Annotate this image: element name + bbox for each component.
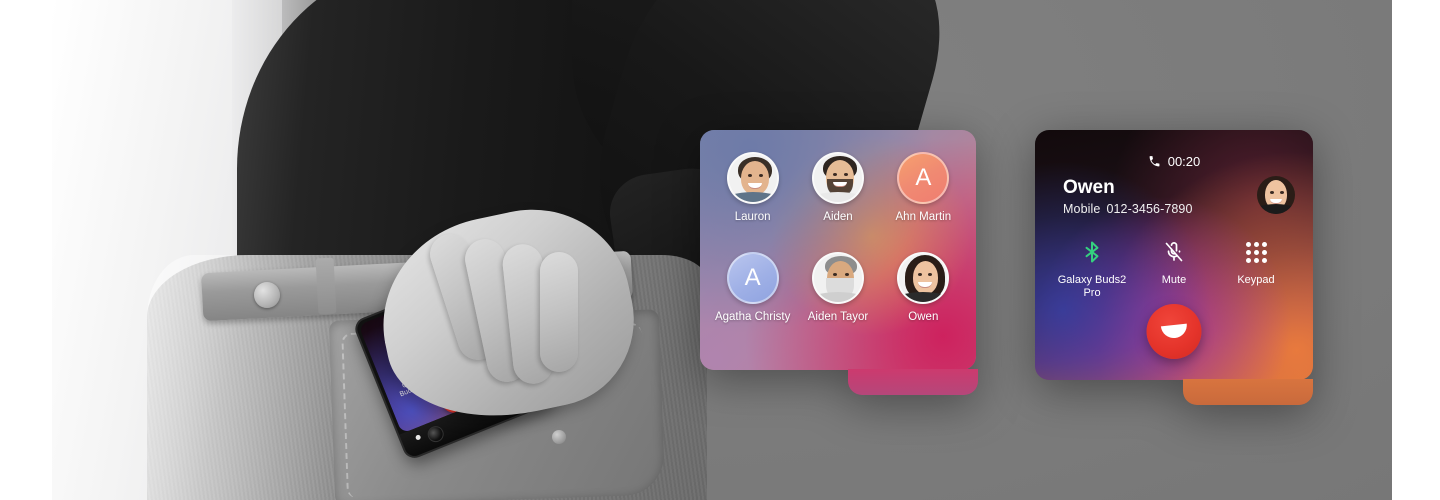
callee-avatar xyxy=(1257,176,1295,214)
jeans-belt-loop xyxy=(315,257,337,315)
bluetooth-button[interactable]: Galaxy Buds2 Pro xyxy=(1051,238,1133,299)
keypad-label: Keypad xyxy=(1237,274,1275,286)
avatar xyxy=(811,252,864,304)
active-call-card: 00:20 Owen Mobile 012-3456-7890 Galaxy B… xyxy=(1035,130,1313,405)
end-call-icon xyxy=(1160,323,1188,340)
phone-handset-icon xyxy=(1148,155,1161,168)
call-card-tail xyxy=(1183,379,1313,405)
avatar-initial: A xyxy=(726,252,779,304)
callee-line-label: Mobile xyxy=(1063,201,1101,216)
end-call-button[interactable] xyxy=(1146,304,1202,359)
contact-photo xyxy=(813,254,862,302)
contact-item-aiden[interactable]: Aiden xyxy=(795,152,880,252)
contacts-grid: Lauron Aiden A Ahn Martin A Agatha Chris… xyxy=(700,130,976,370)
avatar xyxy=(811,152,864,204)
avatar xyxy=(726,152,779,204)
avatar-initial-letter: A xyxy=(744,264,761,291)
contact-item-lauron[interactable]: Lauron xyxy=(710,152,795,252)
figure-thumb xyxy=(540,252,578,372)
contact-name: Agatha Christy xyxy=(714,311,791,323)
call-controls: Galaxy Buds2 Pro Mute Keypad xyxy=(1051,238,1297,299)
avatar xyxy=(897,252,950,304)
contact-name: Owen xyxy=(908,311,939,323)
microphone-muted-icon xyxy=(1162,238,1186,266)
contact-name: Aiden xyxy=(823,211,853,223)
contact-item-ahn-martin[interactable]: A Ahn Martin xyxy=(881,152,966,252)
contact-name: Ahn Martin xyxy=(895,211,952,223)
favorite-contacts-card: Lauron Aiden A Ahn Martin A Agatha Chris… xyxy=(700,130,978,395)
call-timer: 00:20 xyxy=(1035,154,1313,169)
screenshot-root: Owen Mobile 012-3456-7890 ✺ Galaxy Buds2… xyxy=(0,0,1440,500)
avatar-initial: A xyxy=(897,152,950,204)
call-duration: 00:20 xyxy=(1167,154,1201,169)
mute-button[interactable]: Mute xyxy=(1133,238,1215,287)
bluetooth-icon xyxy=(1080,238,1104,266)
keypad-dots-icon xyxy=(1245,238,1267,266)
keypad-button[interactable]: Keypad xyxy=(1215,238,1297,287)
contact-name: Aiden Tayor xyxy=(807,311,869,323)
call-card-surface: 00:20 Owen Mobile 012-3456-7890 Galaxy B… xyxy=(1035,130,1313,380)
contact-item-agatha-christy[interactable]: A Agatha Christy xyxy=(710,252,795,352)
callee-number-row: Mobile 012-3456-7890 xyxy=(1063,202,1193,216)
left-margin xyxy=(0,0,52,500)
bluetooth-label: Galaxy Buds2 Pro xyxy=(1057,274,1127,299)
right-margin xyxy=(1392,0,1440,500)
callee-info: Owen Mobile 012-3456-7890 xyxy=(1063,177,1193,216)
contact-item-aiden-tayor[interactable]: Aiden Tayor xyxy=(795,252,880,352)
mute-label: Mute xyxy=(1161,274,1187,286)
contacts-card-tail xyxy=(848,369,978,395)
avatar-initial-letter: A xyxy=(915,164,932,191)
callee-photo xyxy=(1257,176,1295,214)
phone-camera-lens xyxy=(425,423,447,445)
contact-photo xyxy=(813,154,862,202)
contact-item-owen[interactable]: Owen xyxy=(881,252,966,352)
jeans-pocket-rivet xyxy=(552,430,566,444)
contact-photo xyxy=(899,254,948,302)
contact-photo xyxy=(728,154,777,202)
callee-name: Owen xyxy=(1063,177,1115,198)
phone-flash xyxy=(414,434,422,441)
jeans-button xyxy=(254,282,280,308)
contact-name: Lauron xyxy=(734,211,771,223)
contacts-card-surface: Lauron Aiden A Ahn Martin A Agatha Chris… xyxy=(700,130,976,370)
callee-phone-number: 012-3456-7890 xyxy=(1106,201,1193,216)
